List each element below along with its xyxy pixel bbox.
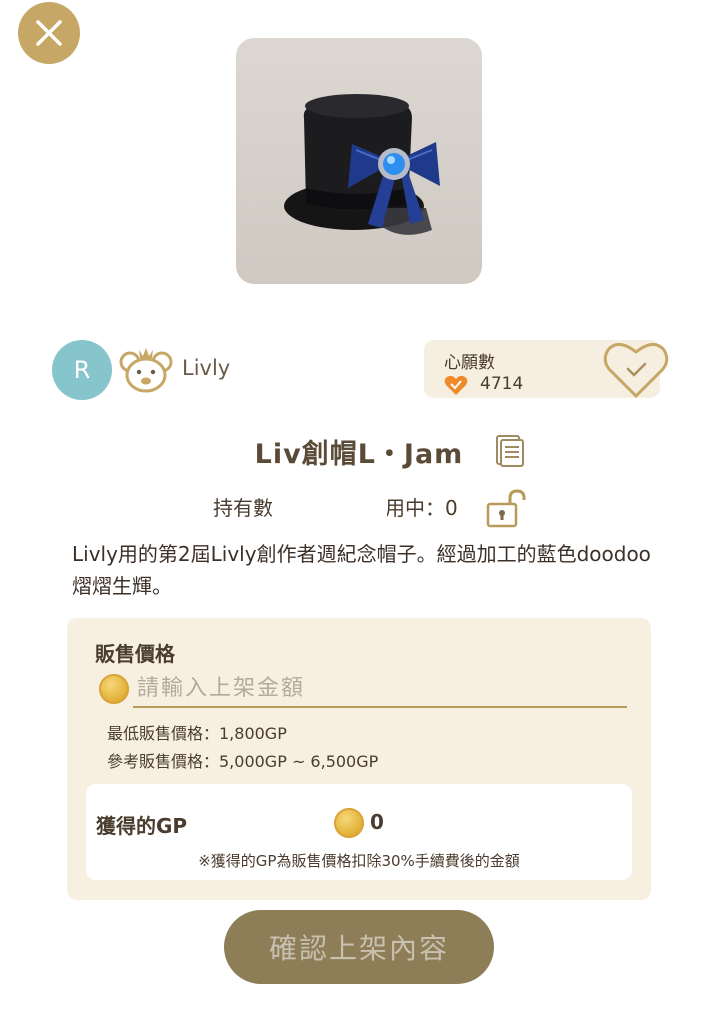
- unlock-icon[interactable]: [486, 488, 526, 528]
- document-icon[interactable]: [494, 434, 524, 468]
- confirm-label: 確認上架內容: [268, 932, 449, 965]
- item-image: [236, 38, 482, 284]
- min-price-text: 最低販售價格：1,800GP: [107, 724, 287, 743]
- redacted-area: [277, 486, 387, 522]
- heart-icon: [444, 375, 468, 395]
- wishlist-count: 4714: [480, 374, 524, 394]
- confirm-listing-button[interactable]: 確認上架內容: [224, 910, 494, 984]
- gp-box: 獲得的GP 0 ※獲得的GP為販售價格扣除30%手續費後的金額: [86, 784, 632, 880]
- top-hat-icon: [284, 94, 440, 235]
- item-description: Livly用的第2屆Livly創作者週紀念帽子。經過加工的藍色doodoo熠熠生…: [72, 542, 651, 598]
- price-input[interactable]: [133, 670, 627, 708]
- item-name: Liv創帽L・Jam: [254, 439, 464, 470]
- wishlist-label: 心願數: [444, 353, 495, 373]
- owned-label: 持有數: [213, 496, 273, 520]
- bear-face-icon: [119, 348, 173, 393]
- gp-label: 獲得的GP: [96, 814, 188, 838]
- close-icon: [36, 20, 62, 46]
- gp-value: 0: [370, 810, 384, 834]
- gp-note: ※獲得的GP為販售價格扣除30%手續費後的金額: [198, 852, 520, 870]
- creator-avatar[interactable]: R: [52, 340, 112, 400]
- coin-icon: [99, 674, 129, 704]
- heart-check-icon[interactable]: [602, 338, 670, 400]
- close-button[interactable]: [18, 2, 80, 64]
- price-panel: 販售價格 最低販售價格：1,800GP 參考販售價格：5,000GP ~ 6,5…: [67, 618, 651, 900]
- creator-brand-name[interactable]: Livly: [182, 356, 230, 380]
- price-title: 販售價格: [95, 642, 175, 666]
- coin-icon: [334, 808, 364, 838]
- ref-price-text: 參考販售價格：5,000GP ~ 6,500GP: [107, 752, 379, 771]
